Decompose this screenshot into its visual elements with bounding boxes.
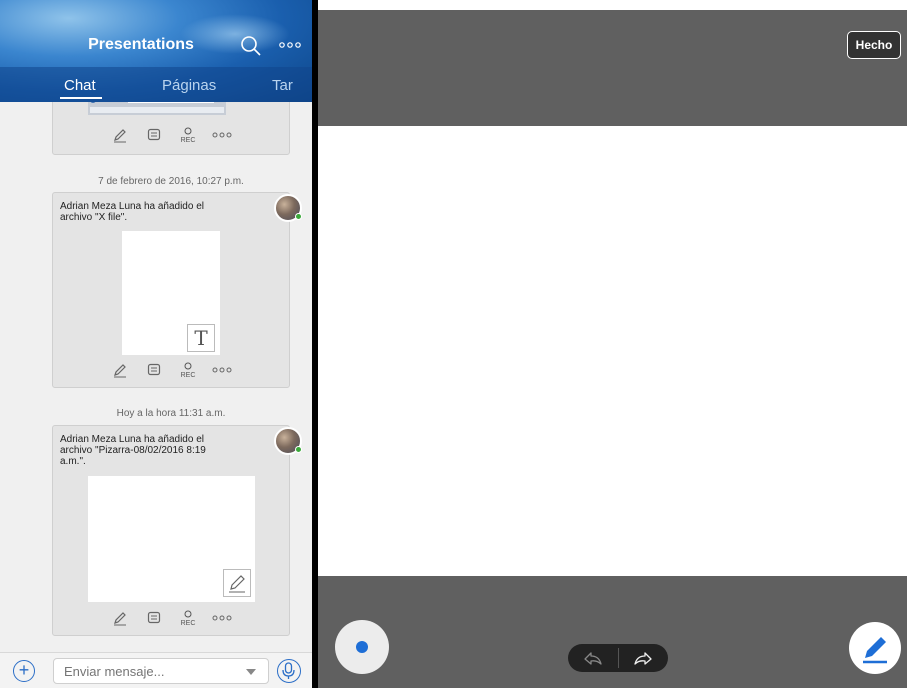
ellipsis-icon [212,615,232,621]
plus-icon: + [18,660,30,680]
rec-label: REC [180,619,196,627]
tab-pages[interactable]: Páginas [162,77,216,94]
ellipsis-icon [212,367,232,373]
message-text: Adrian Meza Luna ha añadido el archivo "… [60,434,206,467]
pen-tool-button[interactable] [849,622,901,674]
undo-button[interactable] [582,649,604,667]
comment-button[interactable] [144,124,164,146]
avatar[interactable] [274,427,302,455]
pencil-icon [863,637,887,664]
tab-tasks[interactable]: Tar [272,77,293,94]
microphone-button[interactable] [277,659,301,683]
redo-icon [634,652,652,665]
text-file-icon: T [187,324,215,352]
pencil-icon [229,575,245,593]
whiteboard-panel: Hecho [318,0,907,688]
record-icon [184,127,192,134]
tab-bar: Chat Páginas Tar [0,67,312,102]
brush-color-button[interactable] [335,620,389,674]
record-button[interactable]: REC [178,607,198,629]
redo-button[interactable] [632,649,654,667]
more-actions-button[interactable] [210,359,234,381]
chat-panel: Presentations Chat Páginas Tar REC 7 de … [0,0,312,688]
annotate-button[interactable] [110,607,130,629]
rec-label: REC [180,371,196,379]
card-actions: REC [110,124,240,146]
pencil-icon [114,612,126,626]
timestamp: Hoy a la hora 11:31 a.m. [116,408,226,419]
undo-redo-control [568,644,668,672]
record-button[interactable]: REC [178,359,198,381]
separator [618,648,619,668]
comment-button[interactable] [144,607,164,629]
pencil-icon [114,364,126,378]
pencil-icon [114,129,126,143]
annotate-button[interactable] [110,359,130,381]
drawing-canvas[interactable] [318,126,907,576]
search-button[interactable] [240,35,262,57]
more-actions-button[interactable] [210,607,234,629]
microphone-icon [282,662,295,679]
list-item: Adrian Meza Luna ha añadido el archivo "… [52,192,290,388]
record-icon [184,610,192,617]
online-status-dot [295,213,302,220]
more-actions-button[interactable] [210,124,234,146]
file-preview[interactable] [88,102,226,115]
list-item: Adrian Meza Luna ha añadido el archivo "… [52,425,290,636]
file-preview[interactable]: T [122,231,220,355]
avatar[interactable] [274,194,302,222]
file-preview[interactable] [88,476,255,602]
message-feed[interactable]: REC 7 de febrero de 2016, 10:27 p.m. Adr… [0,102,312,652]
list-item: REC [52,102,290,155]
ellipsis-icon [212,132,232,138]
panel-header: Presentations Chat Páginas Tar [0,0,312,102]
online-status-dot [295,446,302,453]
message-text: Adrian Meza Luna ha añadido el archivo "… [60,201,204,223]
ellipsis-icon [279,42,301,48]
status-bar [318,0,907,10]
record-button[interactable]: REC [178,124,198,146]
brush-color-swatch [356,641,368,653]
annotate-button[interactable] [110,124,130,146]
message-input[interactable] [53,658,269,684]
timestamp: 7 de febrero de 2016, 10:27 p.m. [98,176,244,187]
comment-icon [147,611,161,624]
tab-underline [60,97,102,99]
comment-icon [147,363,161,376]
rec-label: REC [180,136,196,144]
comment-icon [147,128,161,141]
chevron-down-icon[interactable] [246,669,256,675]
search-icon [241,36,261,56]
add-attachment-button[interactable]: + [13,660,35,682]
compose-bar: + [0,652,312,688]
done-button[interactable]: Hecho [847,31,901,59]
whiteboard-file-badge [223,569,251,597]
undo-icon [584,652,602,665]
comment-button[interactable] [144,359,164,381]
tab-chat[interactable]: Chat [64,77,96,94]
card-actions: REC [110,607,240,629]
card-actions: REC [110,359,240,381]
more-options-button[interactable] [278,36,302,54]
record-icon [184,362,192,369]
